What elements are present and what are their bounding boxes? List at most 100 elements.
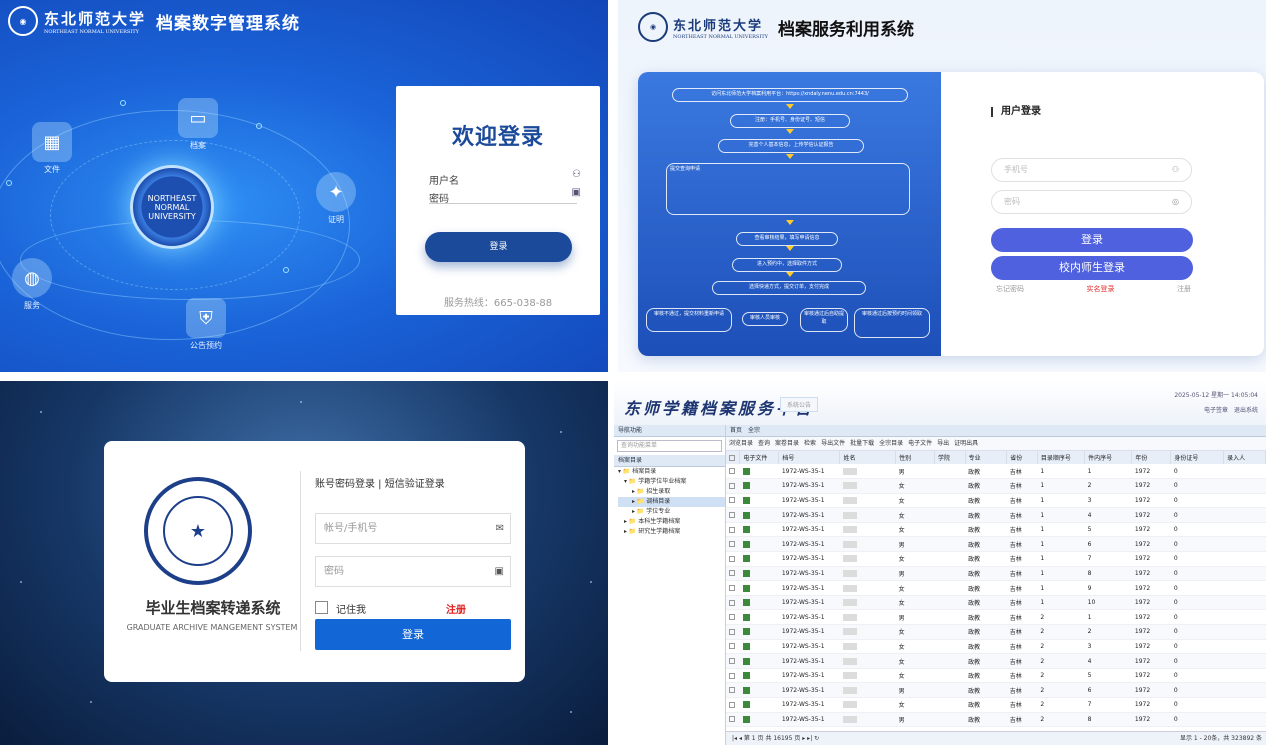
toolbar-button[interactable]: 全宗目录 — [879, 440, 903, 447]
excel-icon[interactable] — [742, 482, 750, 490]
row-checkbox[interactable] — [729, 614, 735, 621]
tree-node[interactable]: ▸ 📁 研究生学籍档案 — [618, 527, 725, 537]
tab-fonds[interactable]: 全宗 — [748, 427, 760, 434]
excel-icon[interactable] — [742, 686, 750, 694]
row-checkbox[interactable] — [729, 643, 735, 650]
column-header[interactable]: 性别 — [895, 451, 936, 464]
toolbar-button[interactable]: 导出文件 — [821, 440, 845, 447]
campus-login-button[interactable]: 校内师生登录 — [991, 256, 1193, 280]
table-row[interactable]: 1972-WS-35-1 男 政教 吉林 2 8 1972 0 — [726, 712, 1266, 728]
excel-icon[interactable] — [742, 701, 750, 709]
tree-node[interactable]: ▸ 📁 调档目录 — [618, 497, 725, 507]
table-row[interactable]: 1972-WS-35-1 男政教 吉林 1 1 1972 0 — [726, 464, 1266, 480]
excel-icon[interactable] — [742, 584, 750, 592]
remember-checkbox[interactable] — [315, 601, 328, 614]
row-checkbox[interactable] — [729, 541, 735, 548]
excel-icon[interactable] — [742, 628, 750, 636]
column-header[interactable]: 年份 — [1131, 451, 1172, 464]
excel-icon[interactable] — [742, 613, 750, 621]
login-button[interactable]: 登录 — [425, 232, 572, 262]
column-header[interactable]: 目录顺序号 — [1037, 451, 1086, 464]
column-header[interactable]: 电子文件 — [739, 451, 780, 464]
login-button[interactable]: 登录 — [991, 228, 1193, 252]
excel-icon[interactable] — [742, 540, 750, 548]
row-checkbox[interactable] — [729, 482, 735, 489]
column-header[interactable]: 学院 — [934, 451, 966, 464]
table-row[interactable]: 1972-WS-35-1 女 政教 吉林 1 10 1972 0 — [726, 595, 1266, 611]
table-row[interactable]: 1972-WS-35-1 女 政教 吉林 1 7 1972 0 — [726, 551, 1266, 567]
realname-login-link[interactable]: 实名登录 — [1087, 284, 1115, 294]
sidebar-tab[interactable]: 导航功能 — [614, 425, 725, 437]
tree-node[interactable]: ▸ 📁 招生录取 — [618, 487, 725, 497]
toolbar-button[interactable]: 案卷目录 — [775, 440, 799, 447]
row-checkbox[interactable] — [729, 512, 735, 519]
toolbar-button[interactable]: 浏览目录 — [729, 440, 753, 447]
table-row[interactable]: 1972-WS-35-1 女 政教 吉林 1 5 1972 0 — [726, 522, 1266, 538]
row-checkbox[interactable] — [729, 716, 735, 723]
row-checkbox[interactable] — [729, 585, 735, 592]
logout-link[interactable]: 退出系统 — [1234, 407, 1258, 414]
status-badge[interactable]: 系统公告 — [780, 397, 819, 412]
tree-node[interactable]: ▾ 📁 学籍学位毕业档案 — [618, 477, 725, 487]
login-button[interactable]: 登录 — [315, 619, 511, 650]
row-checkbox[interactable] — [729, 526, 735, 533]
forgot-password-link[interactable]: 忘记密码 — [996, 284, 1024, 294]
row-checkbox[interactable] — [729, 570, 735, 577]
eye-icon[interactable]: ◎ — [1172, 191, 1179, 213]
table-row[interactable]: 1972-WS-35-1 女政教 吉林 2 2 1972 0 — [726, 624, 1266, 640]
table-row[interactable]: 1972-WS-35-1 男 政教 吉林 2 1 1972 0 — [726, 609, 1266, 626]
excel-icon[interactable] — [742, 599, 750, 607]
login-tabs[interactable]: 账号密码登录 | 短信验证登录 — [315, 475, 445, 490]
tree-node[interactable]: ▾ 📁 档案目录 — [618, 467, 725, 477]
toolbar-button[interactable]: 查询 — [758, 440, 770, 447]
table-row[interactable]: 1972-WS-35-1 女 政教 吉林 1 3 1972 0 — [726, 493, 1266, 509]
excel-icon[interactable] — [742, 555, 750, 563]
row-checkbox[interactable] — [729, 497, 735, 504]
menu-search-input[interactable]: 查询功能菜单 — [617, 440, 722, 452]
table-row[interactable]: 1972-WS-35-1 女 政教 吉林 2 4 1972 0 — [726, 653, 1266, 669]
row-checkbox[interactable] — [729, 658, 735, 665]
column-header[interactable]: 身份证号 — [1170, 451, 1225, 464]
excel-icon[interactable] — [742, 511, 750, 519]
toolbar-button[interactable]: 证明出具 — [954, 440, 978, 447]
table-row[interactable]: 1972-WS-35-1 女 政教 吉林 1 2 1972 0 — [726, 478, 1266, 494]
esign-link[interactable]: 电子签章 — [1204, 407, 1228, 414]
password-field[interactable]: 密码 ▣ — [429, 187, 581, 205]
table-row[interactable]: 1972-WS-35-1 女 政教 吉林 1 4 1972 0 — [726, 507, 1266, 523]
tab-home[interactable]: 首页 — [730, 427, 742, 434]
excel-icon[interactable] — [742, 657, 750, 665]
row-checkbox[interactable] — [729, 672, 735, 679]
phone-input[interactable]: 手机号 ⚇ — [991, 158, 1192, 182]
table-row[interactable]: 1972-WS-35-1 男 政教 吉林 1 8 1972 0 — [726, 566, 1266, 582]
page-number[interactable]: 1 — [752, 735, 756, 742]
column-header[interactable]: 省份 — [1006, 451, 1038, 464]
toolbar-button[interactable]: 电子文件 — [908, 440, 932, 447]
password-input[interactable]: 密码 ◎ — [991, 190, 1192, 214]
row-checkbox[interactable] — [729, 628, 735, 635]
table-row[interactable]: 1972-WS-35-1 女 政教 吉林 2 7 1972 0 — [726, 697, 1266, 713]
select-all-checkbox[interactable] — [726, 451, 741, 464]
row-checkbox[interactable] — [729, 555, 735, 562]
row-checkbox[interactable] — [729, 599, 735, 606]
column-header[interactable]: 档号 — [778, 451, 841, 464]
table-row[interactable]: 1972-WS-35-1 女 政教 吉林 1 9 1972 0 — [726, 580, 1266, 596]
excel-icon[interactable] — [742, 569, 750, 577]
excel-icon[interactable] — [742, 526, 750, 534]
column-header[interactable]: 录入人 — [1223, 451, 1266, 464]
excel-icon[interactable] — [742, 496, 750, 504]
table-row[interactable]: 1972-WS-35-1 男 政教 吉林 1 6 1972 0 — [726, 536, 1266, 553]
tree-node[interactable]: ▸ 📁 本科生学籍档案 — [618, 517, 725, 527]
toolbar-button[interactable]: 批量下载 — [850, 440, 874, 447]
password-input[interactable]: 密码 ▣ — [315, 556, 511, 587]
pager-controls[interactable]: |◂ ◂ 第 — [732, 735, 752, 742]
column-header[interactable]: 件内序号 — [1084, 451, 1133, 464]
pager-next[interactable]: ▸ ▸| ↻ — [802, 735, 819, 742]
column-header[interactable]: 姓名 — [839, 451, 897, 464]
table-row[interactable]: 1972-WS-35-1 男 政教 吉林 2 6 1972 0 — [726, 682, 1266, 698]
row-checkbox[interactable] — [729, 468, 735, 475]
excel-icon[interactable] — [742, 715, 750, 723]
row-checkbox[interactable] — [729, 701, 735, 708]
register-link[interactable]: 注册 — [446, 601, 466, 616]
column-header[interactable]: 专业 — [965, 451, 1008, 464]
username-field[interactable]: 用户名 ⚇ — [429, 169, 581, 187]
